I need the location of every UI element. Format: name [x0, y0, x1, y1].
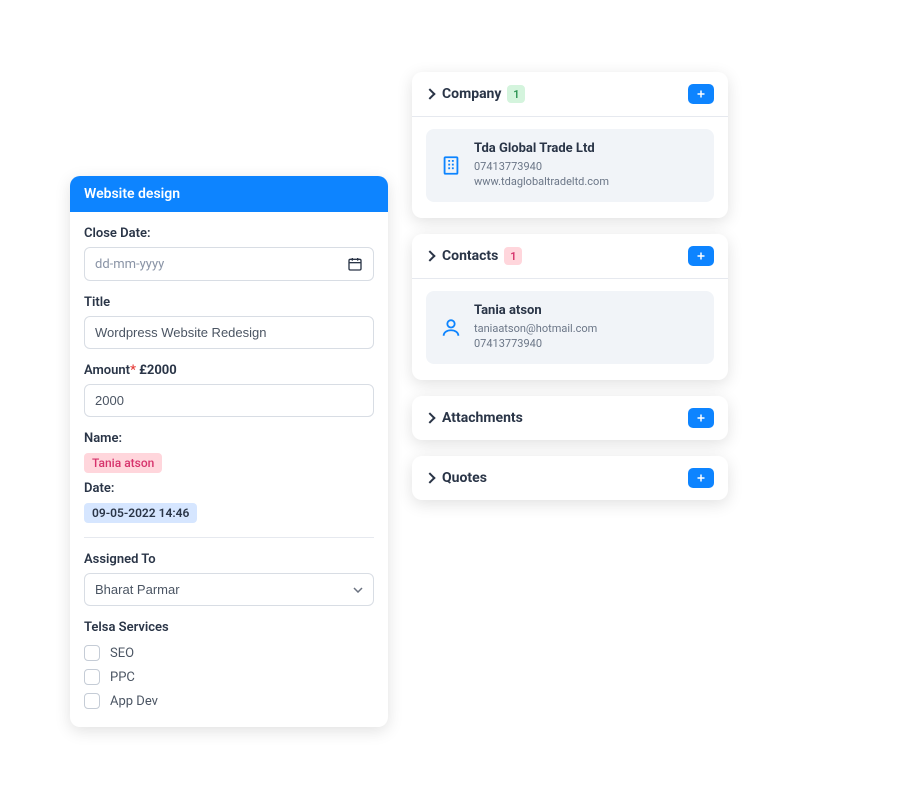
attachments-card: Attachments	[412, 396, 728, 440]
attachments-header[interactable]: Attachments	[412, 396, 728, 440]
form-header: Website design	[70, 176, 388, 212]
chevron-right-icon	[424, 472, 435, 483]
company-header[interactable]: Company 1	[412, 72, 728, 116]
plus-icon	[695, 88, 707, 100]
service-appdev-checkbox[interactable]	[84, 693, 100, 709]
contact-phone: 07413773940	[474, 337, 597, 350]
divider	[84, 537, 374, 538]
company-phone: 07413773940	[474, 160, 609, 173]
plus-icon	[695, 472, 707, 484]
deal-form-card: Website design Close Date: dd-mm-yyyy	[70, 176, 388, 727]
service-appdev-label: App Dev	[110, 694, 158, 709]
quotes-header[interactable]: Quotes	[412, 456, 728, 500]
contact-item[interactable]: Tania atson taniaatson@hotmail.com 07413…	[426, 291, 714, 364]
assigned-to-select[interactable]: Bharat Parmar	[84, 573, 374, 606]
services-label: Telsa Services	[84, 620, 374, 635]
quotes-title: Quotes	[442, 470, 487, 486]
contacts-title: Contacts	[442, 248, 498, 264]
contacts-card: Contacts 1 Tania atson taniaatson@hotmai…	[412, 234, 728, 380]
add-quote-button[interactable]	[688, 468, 714, 488]
service-seo-label: SEO	[110, 646, 134, 661]
name-label: Name:	[84, 431, 374, 446]
chevron-right-icon	[424, 88, 435, 99]
service-ppc-label: PPC	[110, 670, 135, 685]
assigned-to-label: Assigned To	[84, 552, 374, 567]
contact-email: taniaatson@hotmail.com	[474, 322, 597, 335]
contacts-count-badge: 1	[504, 247, 522, 265]
title-label: Title	[84, 295, 374, 310]
company-card: Company 1 Tda Global Trade Ltd	[412, 72, 728, 218]
company-title: Company	[442, 86, 501, 102]
date-tag: 09-05-2022 14:46	[84, 503, 197, 523]
plus-icon	[695, 250, 707, 262]
building-icon	[440, 141, 462, 190]
close-date-label: Close Date:	[84, 226, 374, 241]
attachments-title: Attachments	[442, 410, 523, 426]
person-icon	[440, 303, 462, 352]
add-attachment-button[interactable]	[688, 408, 714, 428]
chevron-right-icon	[424, 412, 435, 423]
amount-label: Amount* £2000	[84, 363, 374, 378]
contacts-header[interactable]: Contacts 1	[412, 234, 728, 278]
company-name: Tda Global Trade Ltd	[474, 141, 609, 156]
close-date-input[interactable]: dd-mm-yyyy	[84, 247, 374, 281]
company-item[interactable]: Tda Global Trade Ltd 07413773940 www.tda…	[426, 129, 714, 202]
contact-name: Tania atson	[474, 303, 597, 318]
company-website: www.tdaglobaltradeltd.com	[474, 175, 609, 188]
chevron-right-icon	[424, 250, 435, 261]
service-seo-checkbox[interactable]	[84, 645, 100, 661]
company-count-badge: 1	[507, 85, 525, 103]
title-input[interactable]	[84, 316, 374, 349]
date-label: Date:	[84, 481, 374, 496]
calendar-icon	[347, 256, 363, 272]
name-tag: Tania atson	[84, 453, 162, 473]
service-ppc-checkbox[interactable]	[84, 669, 100, 685]
close-date-placeholder: dd-mm-yyyy	[95, 257, 164, 272]
quotes-card: Quotes	[412, 456, 728, 500]
add-contact-button[interactable]	[688, 246, 714, 266]
amount-input[interactable]	[84, 384, 374, 417]
plus-icon	[695, 412, 707, 424]
add-company-button[interactable]	[688, 84, 714, 104]
